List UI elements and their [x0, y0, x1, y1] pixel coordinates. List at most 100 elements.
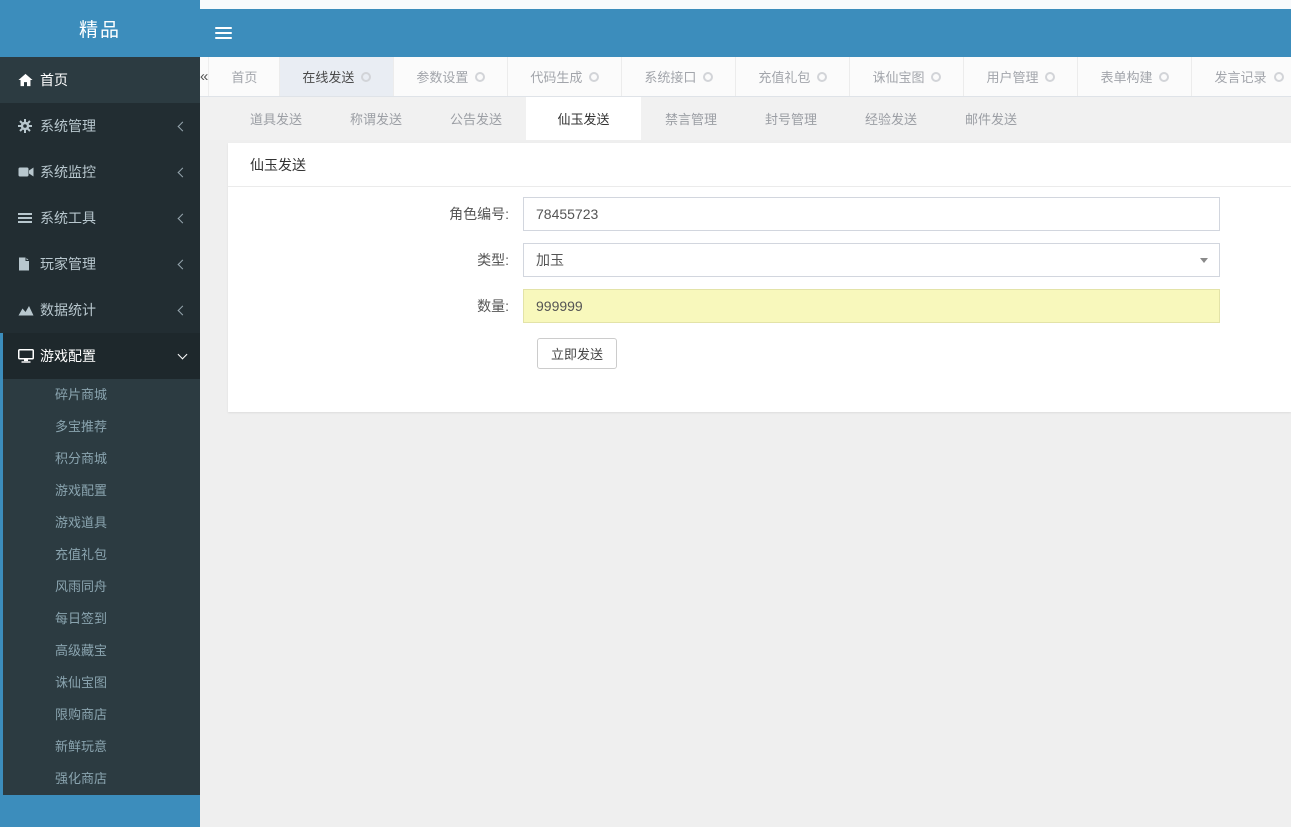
send-now-button[interactable]: 立即发送 — [537, 338, 618, 369]
amount-label: 数量: — [477, 298, 509, 314]
sidebar-item-label: 游戏配置 — [40, 348, 96, 364]
tab-close-icon[interactable] — [1045, 71, 1056, 82]
tab-code-gen[interactable]: 代码生成 — [508, 57, 623, 96]
tab-system-api[interactable]: 系统接口 — [622, 57, 737, 96]
sidebar-submenu-game-config: 碎片商城 多宝推荐 积分商城 游戏配置 游戏道具 充值礼包 风雨同舟 每日签到 … — [0, 379, 200, 827]
sidebar-item-label: 数据统计 — [40, 302, 96, 318]
role-id-label: 角色编号: — [449, 206, 509, 222]
subtab-ban-admin[interactable]: 封号管理 — [741, 97, 841, 140]
chevron-left-icon — [177, 167, 188, 177]
tab-close-icon[interactable] — [1159, 71, 1170, 82]
form-row: 类型: — [228, 243, 1291, 277]
sidebar-item-label: 首页 — [40, 72, 68, 88]
form-row: 数量: — [228, 289, 1291, 323]
tab-zhuxian-map[interactable]: 诛仙宝图 — [850, 57, 965, 96]
gear-icon — [18, 119, 40, 133]
sidebar: 精品 首页 系统管理 系统监控 系统工具 玩家管理 数据统计 游戏配置 碎片商城… — [0, 0, 200, 827]
submenu-item[interactable]: 多宝推荐 — [3, 411, 200, 443]
top-gap — [200, 0, 1291, 9]
tab-param-settings[interactable]: 参数设置 — [394, 57, 509, 96]
home-icon — [18, 73, 40, 87]
jade-send-panel: 仙玉发送 角色编号: 类型: 数量: 立即发送 — [228, 143, 1291, 412]
tab-close-icon[interactable] — [1273, 71, 1284, 82]
submenu-item[interactable]: 每日签到 — [3, 603, 200, 635]
sidebar-item-data-stats[interactable]: 数据统计 — [0, 287, 200, 333]
sidebar-toggle-button[interactable] — [200, 9, 246, 57]
submenu-item[interactable]: 积分商城 — [3, 443, 200, 475]
tab-close-icon[interactable] — [817, 71, 828, 82]
chevron-left-icon — [177, 121, 188, 131]
sidebar-item-game-config[interactable]: 游戏配置 — [0, 333, 200, 379]
sidebar-item-system-admin[interactable]: 系统管理 — [0, 103, 200, 149]
tab-label: 系统接口 — [644, 70, 697, 85]
tab-close-icon[interactable] — [703, 71, 714, 82]
tab-speech-log[interactable]: 发言记录 — [1192, 57, 1291, 96]
submenu-item[interactable]: 限购商店 — [3, 699, 200, 731]
open-tabs-bar: « 首页 在线发送 参数设置 代码生成 系统接口 充值礼包 诛仙宝图 用户管理 … — [200, 57, 1291, 97]
tab-close-icon[interactable] — [475, 71, 486, 82]
tab-label: 首页 — [231, 70, 258, 85]
subtab-jade-send[interactable]: 仙玉发送 — [526, 97, 641, 140]
type-label: 类型: — [477, 252, 509, 268]
type-select[interactable] — [523, 243, 1220, 277]
sidebar-item-home[interactable]: 首页 — [0, 57, 200, 103]
chart-icon — [18, 304, 40, 316]
subtab-item-send[interactable]: 道具发送 — [226, 97, 326, 140]
file-icon — [18, 257, 40, 271]
submenu-item[interactable]: 诛仙宝图 — [3, 667, 200, 699]
tab-home[interactable]: 首页 — [209, 57, 281, 96]
role-id-input[interactable] — [523, 197, 1220, 231]
tab-close-icon[interactable] — [589, 71, 600, 82]
subtab-exp-send[interactable]: 经验发送 — [841, 97, 941, 140]
content-area: 仙玉发送 角色编号: 类型: 数量: 立即发送 — [200, 140, 1291, 800]
submenu-item[interactable]: 充值礼包 — [3, 539, 200, 571]
tab-online-send[interactable]: 在线发送 — [280, 57, 395, 96]
sidebar-item-label: 玩家管理 — [40, 256, 96, 272]
brand-logo[interactable]: 精品 — [0, 0, 200, 57]
type-select-value[interactable] — [523, 243, 1220, 277]
submenu-item[interactable]: 风雨同舟 — [3, 571, 200, 603]
top-navbar — [200, 9, 1291, 57]
tab-close-icon[interactable] — [931, 71, 942, 82]
tab-label: 代码生成 — [530, 70, 583, 85]
tab-label: 参数设置 — [416, 70, 469, 85]
list-icon — [18, 212, 40, 224]
tabs-scroll-left-icon[interactable]: « — [200, 57, 210, 96]
sidebar-item-system-monitor[interactable]: 系统监控 — [0, 149, 200, 195]
tab-user-admin[interactable]: 用户管理 — [964, 57, 1079, 96]
hamburger-icon — [214, 27, 232, 29]
submenu-item[interactable]: 高级藏宝 — [3, 635, 200, 667]
subtab-title-send[interactable]: 称谓发送 — [326, 97, 426, 140]
tab-recharge-pack[interactable]: 充值礼包 — [736, 57, 851, 96]
sidebar-item-label: 系统管理 — [40, 118, 96, 134]
chevron-left-icon — [177, 305, 188, 315]
subtab-mail-send[interactable]: 邮件发送 — [941, 97, 1041, 140]
sidebar-item-label: 系统监控 — [40, 164, 96, 180]
submenu-item[interactable]: 游戏道具 — [3, 507, 200, 539]
sidebar-item-player-admin[interactable]: 玩家管理 — [0, 241, 200, 287]
chevron-left-icon — [177, 259, 188, 269]
amount-input[interactable] — [523, 289, 1220, 323]
tab-label: 表单构建 — [1100, 70, 1153, 85]
function-subtabs-bar: 道具发送 称谓发送 公告发送 仙玉发送 禁言管理 封号管理 经验发送 邮件发送 — [200, 97, 1291, 140]
tab-label: 充值礼包 — [758, 70, 811, 85]
submenu-item[interactable]: 碎片商城 — [3, 379, 200, 411]
video-camera-icon — [18, 166, 40, 178]
tab-form-builder[interactable]: 表单构建 — [1078, 57, 1193, 96]
submenu-item[interactable]: 新鲜玩意 — [3, 731, 200, 763]
form-row: 角色编号: — [228, 197, 1291, 231]
tab-label: 在线发送 — [302, 70, 355, 85]
panel-title: 仙玉发送 — [228, 143, 1291, 187]
subtab-mute-admin[interactable]: 禁言管理 — [641, 97, 741, 140]
chevron-down-icon — [177, 349, 188, 359]
chevron-left-icon — [177, 213, 188, 223]
tab-label: 用户管理 — [986, 70, 1039, 85]
submenu-item[interactable]: 游戏配置 — [3, 475, 200, 507]
subtab-announce-send[interactable]: 公告发送 — [426, 97, 526, 140]
tab-label: 诛仙宝图 — [872, 70, 925, 85]
main-area: « 首页 在线发送 参数设置 代码生成 系统接口 充值礼包 诛仙宝图 用户管理 … — [200, 0, 1291, 800]
sidebar-item-label: 系统工具 — [40, 210, 96, 226]
tab-close-icon[interactable] — [361, 71, 372, 82]
sidebar-item-system-tools[interactable]: 系统工具 — [0, 195, 200, 241]
submenu-item[interactable]: 强化商店 — [3, 763, 200, 795]
